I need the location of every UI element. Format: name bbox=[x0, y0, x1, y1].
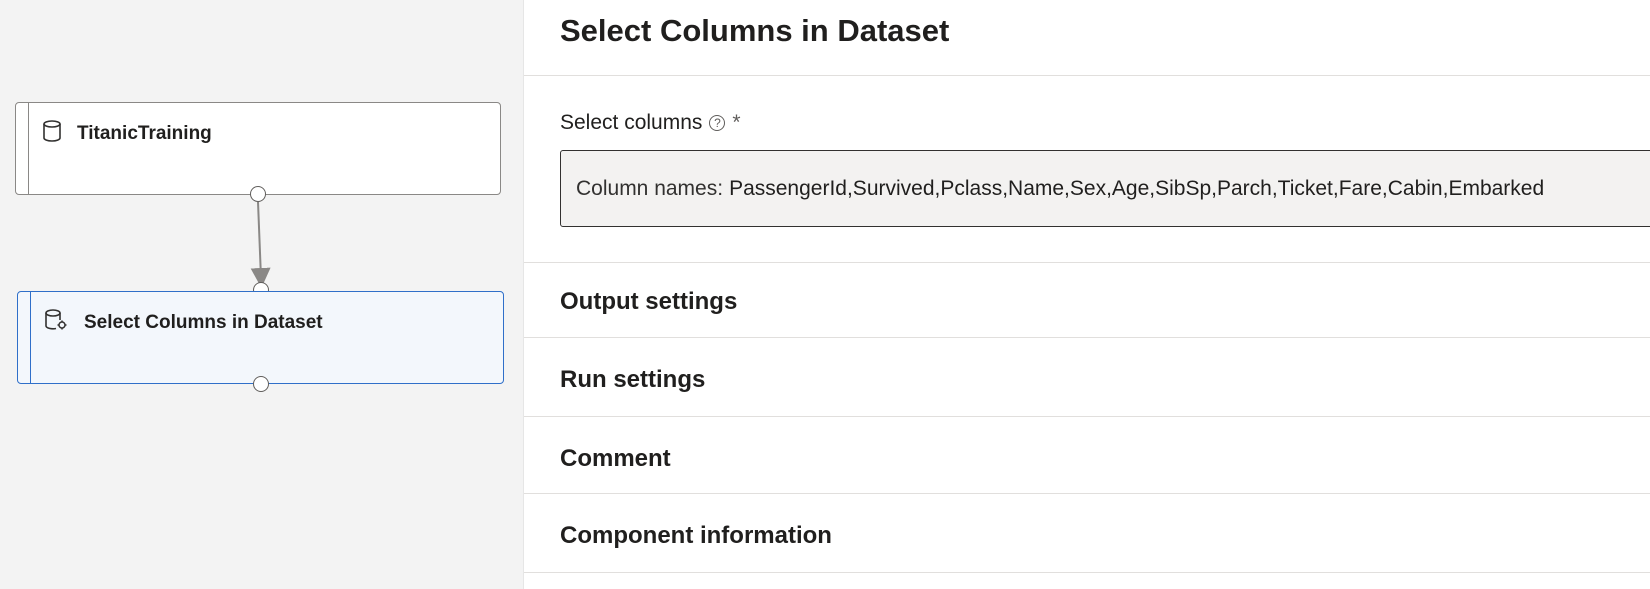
divider bbox=[524, 572, 1650, 573]
help-icon[interactable]: ? bbox=[709, 115, 726, 131]
column-names-field[interactable]: Column names: PassengerId,Survived,Pclas… bbox=[560, 150, 1650, 227]
divider bbox=[524, 337, 1650, 338]
section-component-information[interactable]: Component information bbox=[560, 522, 832, 550]
node-accent-bar bbox=[30, 292, 31, 383]
node-select-columns[interactable]: Select Columns in Dataset bbox=[17, 291, 504, 384]
divider bbox=[524, 262, 1650, 263]
pipeline-canvas[interactable]: TitanicTraining Select Columns in Datase… bbox=[0, 0, 524, 589]
select-columns-label-text: Select columns bbox=[560, 111, 703, 134]
node-titanictraining[interactable]: TitanicTraining bbox=[15, 102, 501, 195]
panel-title: Select Columns in Dataset bbox=[560, 13, 950, 48]
database-settings-icon bbox=[45, 309, 67, 330]
required-marker: * bbox=[732, 111, 741, 134]
divider bbox=[524, 75, 1650, 76]
node-accent-bar bbox=[28, 103, 29, 194]
section-run-settings[interactable]: Run settings bbox=[560, 366, 705, 394]
section-comment[interactable]: Comment bbox=[560, 445, 671, 473]
database-icon bbox=[43, 120, 61, 142]
properties-panel: Select Columns in Dataset Select columns… bbox=[524, 0, 1650, 589]
section-output-settings[interactable]: Output settings bbox=[560, 288, 737, 316]
output-port[interactable] bbox=[253, 376, 269, 392]
divider bbox=[524, 416, 1650, 417]
select-columns-label: Select columns ? * bbox=[560, 111, 741, 135]
node-label: Select Columns in Dataset bbox=[84, 312, 323, 333]
column-names-prefix: Column names: bbox=[576, 176, 724, 200]
column-names-value: PassengerId,Survived,Pclass,Name,Sex,Age… bbox=[729, 176, 1545, 200]
node-label: TitanicTraining bbox=[77, 123, 212, 144]
divider bbox=[524, 493, 1650, 494]
output-port[interactable] bbox=[250, 186, 266, 202]
